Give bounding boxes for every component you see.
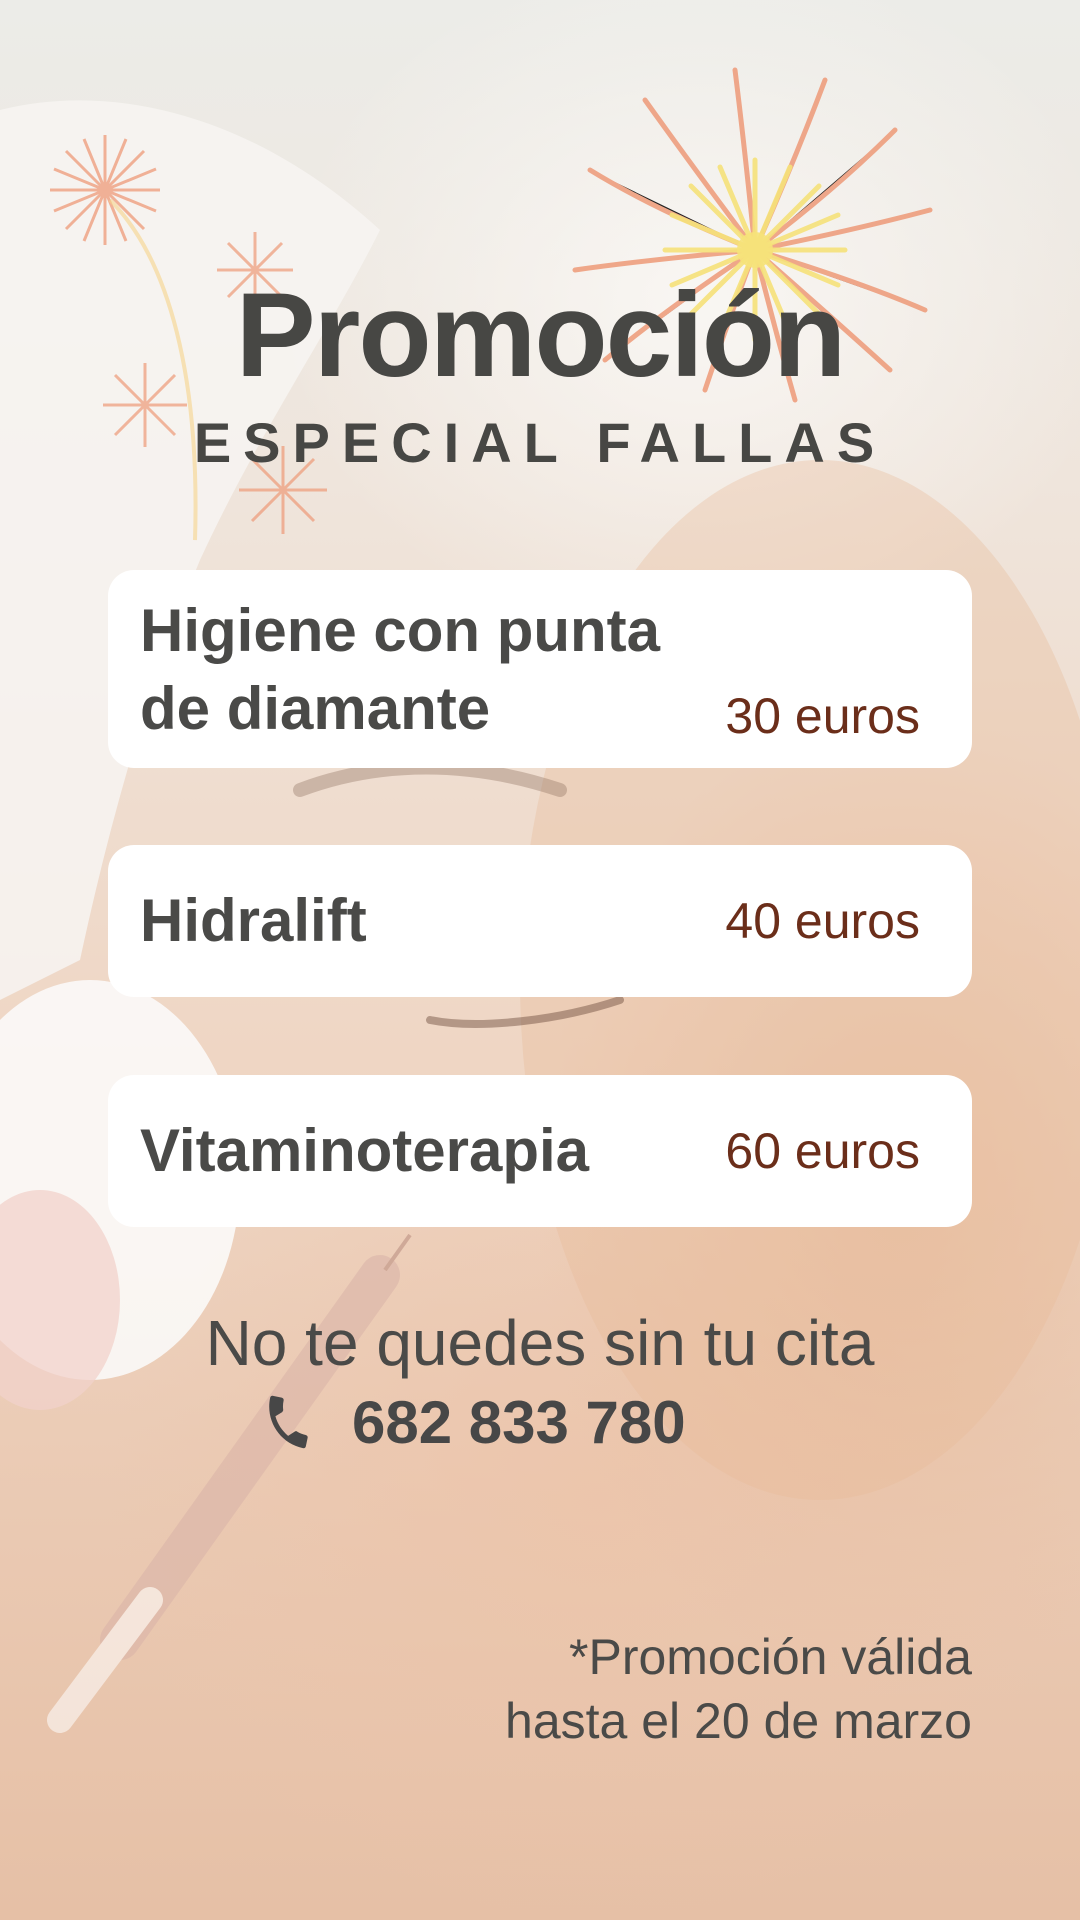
eyebrow — [293, 760, 567, 797]
service-name: Vitaminoterapia — [140, 1117, 590, 1184]
validity-note-line1: *Promoción válida — [569, 1629, 972, 1685]
service-price: 60 euros — [725, 1123, 920, 1179]
service-price: 40 euros — [725, 893, 920, 949]
cta-text: No te quedes sin tu cita — [205, 1307, 875, 1379]
service-card-hidralift: Hidralift 40 euros — [108, 845, 972, 997]
service-card-higiene: Higiene con punta de diamante 30 euros — [108, 570, 972, 768]
promo-poster: Promoción ESPECIAL FALLAS Higiene con pu… — [0, 0, 1080, 1920]
firework-small-1 — [50, 135, 160, 245]
phone-number[interactable]: 682 833 780 — [352, 1384, 686, 1462]
page-subtitle: ESPECIAL FALLAS — [193, 411, 887, 474]
service-price: 30 euros — [725, 688, 920, 744]
service-name: Hidralift — [140, 887, 367, 954]
validity-note: *Promoción válida hasta el 20 de marzo — [505, 1625, 972, 1753]
page-title: Promoción — [235, 268, 847, 402]
service-name: Higiene con punta de diamante — [140, 597, 661, 742]
phone-icon — [269, 1395, 308, 1449]
validity-note-line2: hasta el 20 de marzo — [505, 1693, 972, 1749]
phone-contact[interactable]: 682 833 780 — [0, 1378, 1080, 1468]
service-card-vitaminoterapia: Vitaminoterapia 60 euros — [108, 1075, 972, 1227]
